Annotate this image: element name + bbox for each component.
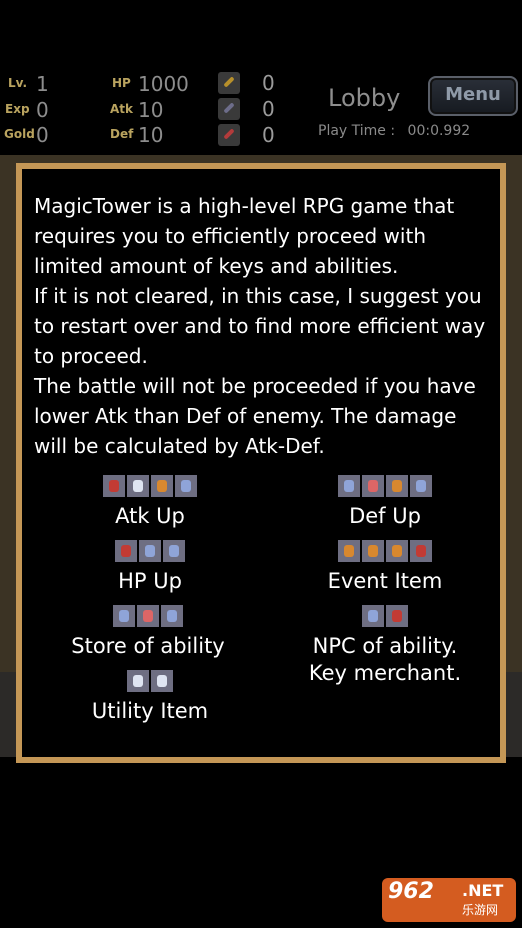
hp-up-legend: HP Up [70, 540, 230, 593]
merchant-icon [386, 605, 408, 627]
utility-item-legend: Utility Item [70, 670, 230, 723]
watermark-number: 962 [388, 879, 434, 904]
hp-value: 1000 [138, 72, 189, 96]
gold-label: Gold [4, 127, 35, 141]
level-label: Lv. [8, 76, 28, 90]
level-value: 1 [36, 72, 49, 96]
help-paragraph: MagicTower is a high-level RPG game that… [34, 194, 455, 278]
store-altar-icon [137, 605, 159, 627]
hp-label: HP [112, 76, 131, 90]
location-title: Lobby [328, 84, 401, 112]
store-altar-icon [113, 605, 135, 627]
def-label: Def [110, 127, 134, 141]
red-potion-icon [115, 540, 137, 562]
fly-staff-icon [127, 670, 149, 692]
blue-key-count: 0 [262, 97, 275, 121]
shield-icon [362, 475, 384, 497]
atk-label: Atk [110, 102, 134, 116]
yellow-key-icon [218, 72, 240, 94]
red-gem-icon [103, 475, 125, 497]
event-item-legend: Event Item [305, 540, 465, 593]
store-label: Store of ability [71, 634, 225, 658]
watermark-subtitle: 乐游网 [462, 903, 499, 917]
cross-star-icon [151, 670, 173, 692]
exp-value: 0 [36, 98, 49, 122]
holy-water-icon [163, 540, 185, 562]
sword-icon [175, 475, 197, 497]
key-merchant-label: Key merchant. [308, 661, 462, 685]
help-paragraph: If it is not cleared, in this case, I su… [34, 284, 486, 368]
npc-legend: NPC of ability. Key merchant. [290, 605, 480, 685]
event-item-icons [338, 540, 432, 564]
gold-value: 0 [36, 123, 49, 147]
exp-label: Exp [5, 102, 30, 116]
help-dialog[interactable]: MagicTower is a high-level RPG game that… [16, 163, 506, 763]
shield-icon [386, 475, 408, 497]
def-up-label: Def Up [349, 504, 421, 528]
sword-icon [151, 475, 173, 497]
yellow-key-count: 0 [262, 71, 275, 95]
play-time-label: Play Time : [318, 123, 396, 139]
npc-label: NPC of ability. [312, 634, 458, 658]
store-altar-icon [161, 605, 183, 627]
play-time: Play Time : 00:0.992 [318, 123, 470, 139]
cross-icon [362, 540, 384, 562]
atk-up-icons [103, 475, 197, 499]
event-item-label: Event Item [327, 569, 443, 593]
help-paragraph: The battle will not be proceeded if you … [34, 374, 476, 458]
wand-icon [410, 540, 432, 562]
old-man-icon [362, 605, 384, 627]
pickaxe-icon [338, 540, 360, 562]
hp-up-icons [115, 540, 185, 564]
menu-button[interactable]: Menu [428, 76, 518, 116]
staff-icon [386, 540, 408, 562]
watermark-net: .NET [462, 881, 504, 900]
shield-icon [410, 475, 432, 497]
blue-key-icon [218, 98, 240, 120]
atk-up-label: Atk Up [115, 504, 185, 528]
npc-icons [362, 605, 408, 629]
sword-icon [127, 475, 149, 497]
def-up-icons [338, 475, 432, 499]
site-watermark-logo: 962 .NET 乐游网 [382, 878, 516, 922]
blue-potion-icon [139, 540, 161, 562]
store-legend: Store of ability [38, 605, 258, 658]
def-up-legend: Def Up [305, 475, 465, 528]
blue-gem-icon [338, 475, 360, 497]
hp-up-label: HP Up [118, 569, 182, 593]
play-time-value: 00:0.992 [407, 123, 471, 139]
utility-item-icons [127, 670, 173, 694]
atk-up-legend: Atk Up [70, 475, 230, 528]
atk-value: 10 [138, 98, 164, 122]
red-key-icon [218, 124, 240, 146]
red-key-count: 0 [262, 123, 275, 147]
store-icons [113, 605, 183, 629]
help-text: MagicTower is a high-level RPG game that… [34, 191, 494, 461]
def-value: 10 [138, 123, 164, 147]
utility-item-label: Utility Item [91, 699, 209, 723]
